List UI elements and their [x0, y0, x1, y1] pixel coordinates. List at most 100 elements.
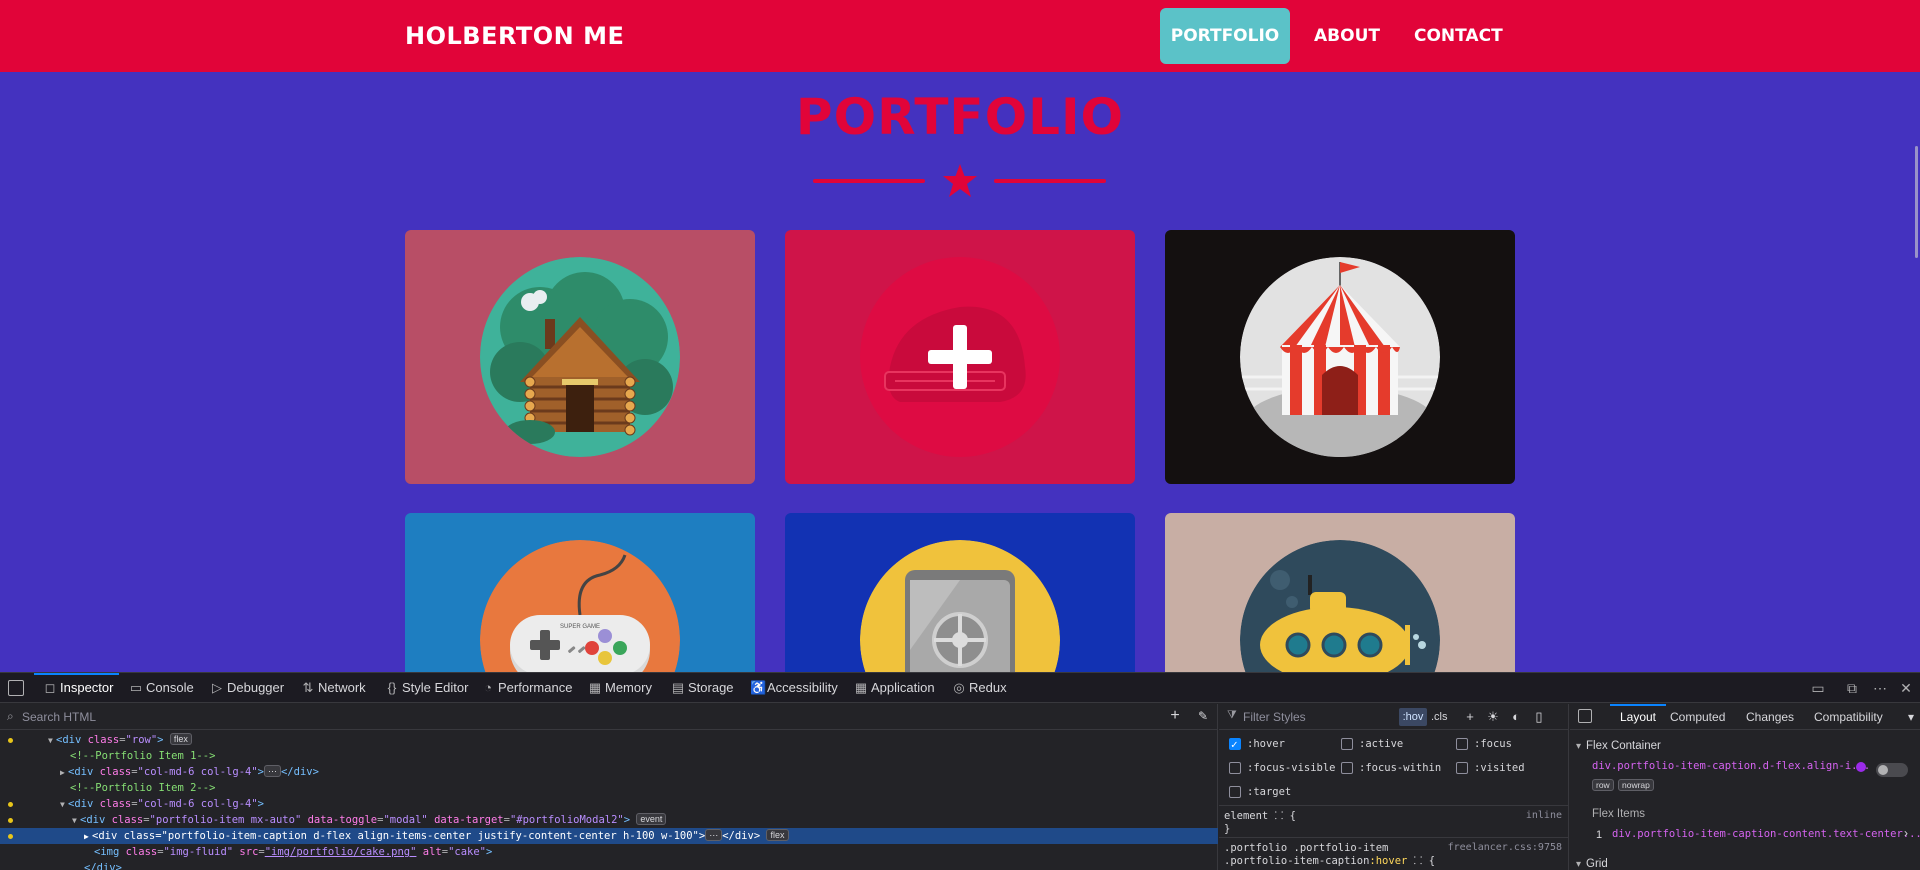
tree-node[interactable]: ▼ <div class="col-md-6 col-lg-4"> [0, 796, 1218, 812]
pseudo-active-checkbox[interactable]: :active [1341, 735, 1403, 753]
pseudo-visited-checkbox[interactable]: :visited [1456, 759, 1525, 777]
tree-node[interactable]: <img class="img-fluid" src="img/portfoli… [0, 844, 1218, 860]
add-node-icon[interactable]: + [1166, 707, 1184, 725]
navbar: HOLBERTON ME PORTFOLIO ABOUT CONTACT [0, 0, 1920, 72]
rule-source-link[interactable]: freelancer.css:9758 [1448, 841, 1562, 855]
more-options-icon[interactable]: ⋯ [1871, 679, 1889, 697]
checkbox[interactable] [1229, 786, 1241, 798]
tab-computed[interactable]: Computed [1670, 704, 1725, 730]
checkbox[interactable] [1456, 762, 1468, 774]
collapsed-ellipsis[interactable]: ⋯ [263, 765, 281, 777]
checkbox[interactable] [1229, 762, 1241, 774]
divider [1219, 805, 1569, 806]
pseudo-focus-visible-checkbox[interactable]: :focus-visible [1229, 759, 1336, 777]
tree-node[interactable]: </div> [0, 860, 1218, 870]
portfolio-item-game[interactable]: SUPER GAME [405, 513, 755, 672]
highlight-color-swatch[interactable] [1856, 762, 1866, 772]
flex-badge[interactable]: flex [766, 829, 789, 841]
tree-node-selected[interactable]: ▶ <div class="portfolio-item-caption d-fl… [0, 828, 1218, 844]
tab-label: Debugger [227, 680, 285, 695]
close-icon[interactable]: ✕ [1897, 679, 1915, 697]
checkbox[interactable] [1456, 738, 1468, 750]
tab-style-editor[interactable]: {} Style Editor [382, 673, 469, 703]
tag-end: > [157, 734, 164, 746]
performance-icon: ◔ [484, 680, 492, 695]
tree-node[interactable]: ▶ <div class="col-md-6 col-lg-4"> ⋯ </div> [0, 764, 1218, 780]
toggle-sidebar-icon[interactable] [1578, 709, 1592, 723]
flex-badge[interactable]: flex [169, 733, 192, 745]
flexbox-highlighter-toggle[interactable] [1876, 763, 1908, 777]
eyedropper-icon[interactable]: ✎ [1194, 707, 1212, 725]
tab-console[interactable]: ▭ Console [126, 673, 194, 703]
flex-container-section-title[interactable]: Flex Container [1576, 738, 1661, 754]
portfolio-item-circus[interactable] [1165, 230, 1515, 484]
checkbox[interactable] [1341, 738, 1353, 750]
element-picker-icon[interactable] [8, 680, 24, 696]
tab-application[interactable]: ▦ Application [851, 673, 935, 703]
nav-portfolio-link[interactable]: PORTFOLIO [1160, 8, 1290, 64]
tab-label: Application [871, 680, 935, 695]
pseudo-target-checkbox[interactable]: :target [1229, 783, 1291, 801]
nav-about-link[interactable]: ABOUT [1298, 8, 1396, 64]
tree-node[interactable]: <!--Portfolio Item 2--> [0, 780, 1218, 796]
storage-icon: ▤ [671, 680, 685, 695]
tab-network[interactable]: ⇅ Network [298, 673, 366, 703]
collapsed-ellipsis[interactable]: ⋯ [705, 829, 723, 841]
collapse-arrow-icon[interactable]: ▼ [48, 733, 56, 749]
dark-theme-icon[interactable]: ◐ [1507, 708, 1525, 726]
portfolio-item-cake[interactable] [785, 230, 1135, 484]
grid-section-title[interactable]: Grid [1576, 856, 1608, 870]
add-rule-icon[interactable]: + [1461, 708, 1479, 726]
tab-accessibility[interactable]: ♿ Accessibility [747, 673, 838, 703]
tab-redux[interactable]: ◎ Redux [949, 673, 1006, 703]
tree-node[interactable]: <!--Portfolio Item 1--> [0, 748, 1218, 764]
responsive-design-icon[interactable]: ▭ [1809, 679, 1827, 697]
portfolio-item-submarine[interactable] [1165, 513, 1515, 672]
tab-memory[interactable]: ▦ Memory [585, 673, 652, 703]
circus-tent-image [1240, 257, 1440, 457]
tree-node[interactable]: ▼ <div class="portfolio-item mx-auto" dat… [0, 812, 1218, 828]
comment-node: <!--Portfolio Item 2--> [70, 782, 216, 794]
flex-wrap-chip: nowrap [1618, 779, 1654, 791]
portfolio-item-cabin[interactable] [405, 230, 755, 484]
checkbox[interactable] [1229, 736, 1241, 754]
chevron-down-icon[interactable]: ▾ [1908, 704, 1914, 730]
rule-source: inline [1525, 810, 1562, 821]
expand-arrow-icon[interactable]: ▶ [60, 765, 68, 781]
expand-arrow-icon[interactable]: ▶ [84, 829, 92, 845]
brand-logo[interactable]: HOLBERTON ME [405, 22, 624, 50]
collapse-arrow-icon[interactable]: ▼ [60, 797, 68, 813]
cls-toggle-button[interactable]: .cls [1431, 708, 1448, 726]
element-rule-header[interactable]: element ⸬ { [1224, 809, 1296, 823]
hov-toggle-button[interactable]: :hov [1399, 708, 1427, 726]
light-theme-icon[interactable]: ☀ [1484, 708, 1502, 726]
attr-value-link[interactable]: "img/portfolio/cake.png" [265, 846, 417, 858]
flex-item-selector[interactable]: div.portfolio-item-caption-content.text-… [1612, 828, 1920, 840]
nav-contact-link[interactable]: CONTACT [1398, 8, 1519, 64]
collapse-arrow-icon[interactable]: ▼ [72, 813, 80, 829]
tab-storage[interactable]: ▤ Storage [668, 673, 734, 703]
pseudo-hover-checkbox[interactable]: :hover [1229, 735, 1285, 754]
checkbox[interactable] [1341, 762, 1353, 774]
dock-side-icon[interactable]: ⧉ [1843, 679, 1861, 697]
tab-compatibility[interactable]: Compatibility [1814, 704, 1883, 730]
print-media-icon[interactable]: ▯ [1530, 708, 1548, 726]
pseudo-focus-within-checkbox[interactable]: :focus-within [1341, 759, 1441, 777]
page-scrollbar-thumb[interactable] [1915, 146, 1918, 258]
pseudo-focus-checkbox[interactable]: :focus [1456, 735, 1512, 753]
event-badge[interactable]: event [636, 813, 667, 825]
tab-debugger[interactable]: ▷ Debugger [207, 673, 284, 703]
flex-container-selector[interactable]: div.portfolio-item-caption.d-flex.align-… [1592, 760, 1870, 772]
tab-performance[interactable]: ◔ Performance [478, 673, 572, 703]
tree-node[interactable]: ▼ <div class="row"> flex [0, 732, 1218, 748]
filter-styles-input[interactable] [1243, 708, 1383, 726]
tab-layout[interactable]: Layout [1610, 704, 1666, 730]
tab-inspector[interactable]: ◻ Inspector [40, 673, 114, 703]
rule-selector[interactable]: .portfolio-item-caption:hover ⸬ { [1224, 854, 1435, 868]
rule-selector[interactable]: .portfolio .portfolio-item [1224, 841, 1388, 855]
application-icon: ▦ [854, 680, 868, 695]
tab-changes[interactable]: Changes [1746, 704, 1794, 730]
chevron-right-icon[interactable]: › [1904, 826, 1908, 840]
portfolio-item-safe[interactable] [785, 513, 1135, 672]
search-html-input[interactable] [22, 708, 1122, 726]
